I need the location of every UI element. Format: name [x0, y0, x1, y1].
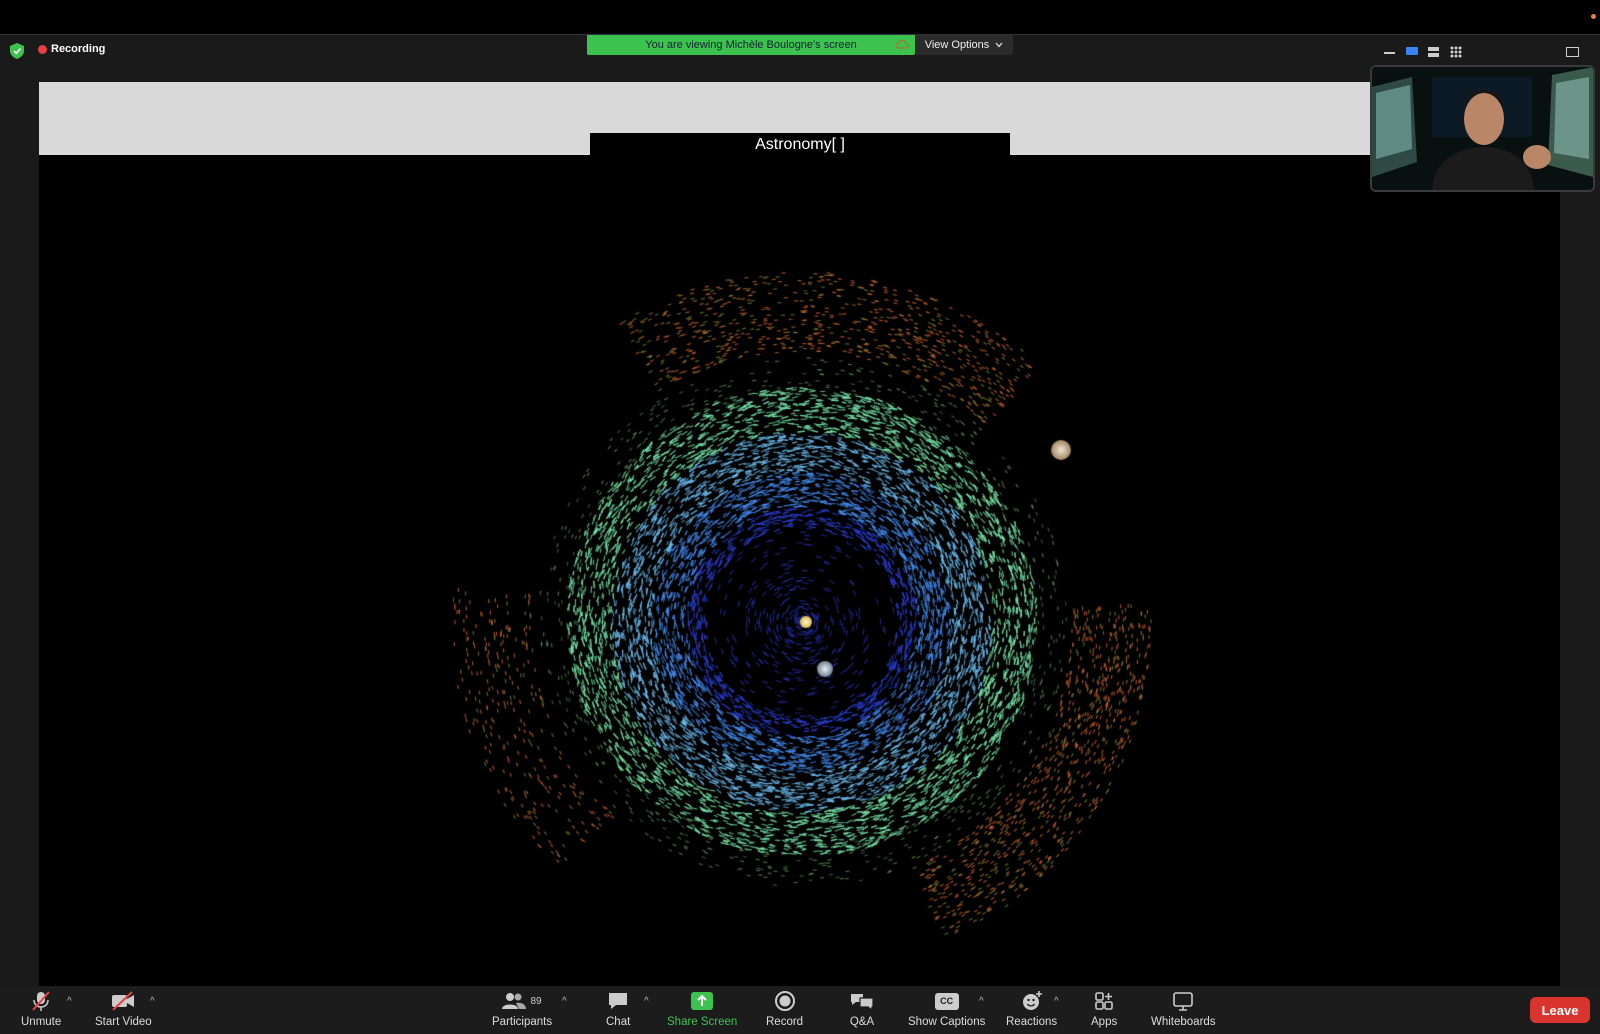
- status-dot: [1591, 14, 1596, 19]
- unmute-label: Unmute: [21, 1016, 62, 1028]
- participants-label: Participants: [492, 1016, 553, 1028]
- stack-view-icon[interactable]: [1428, 47, 1439, 57]
- chat-button[interactable]: Chat: [606, 990, 630, 1028]
- chat-options-caret[interactable]: ^: [644, 996, 649, 1007]
- video-options-caret[interactable]: ^: [150, 996, 155, 1007]
- chat-label: Chat: [606, 1016, 631, 1028]
- reactions-icon: [1022, 991, 1042, 1010]
- whiteboards-button[interactable]: Whiteboards: [1151, 990, 1216, 1028]
- participant-video[interactable]: [1370, 65, 1595, 192]
- chat-icon: [609, 993, 628, 1009]
- qa-label: Q&A: [849, 1016, 875, 1028]
- viewing-banner-text: You are viewing Michèle Boulogne's scree…: [645, 39, 857, 51]
- asteroid-simulation: [39, 82, 1560, 988]
- apps-label: Apps: [1091, 1016, 1118, 1028]
- start-video-button[interactable]: Start Video: [95, 990, 152, 1028]
- video-off-icon: [112, 991, 135, 1011]
- shared-page-title: Astronomy[ ]: [590, 133, 1010, 157]
- participant-video-feed: [1372, 67, 1593, 190]
- record-label: Record: [766, 1016, 804, 1028]
- minimize-icon[interactable]: [1384, 52, 1395, 54]
- unmute-button[interactable]: Unmute: [21, 990, 61, 1028]
- start-video-label: Start Video: [95, 1016, 152, 1028]
- leave-button[interactable]: Leave: [1530, 997, 1590, 1023]
- chevron-down-icon: [995, 42, 1003, 48]
- meeting-window: Recording You are viewing Michèle Boulog…: [0, 34, 1600, 988]
- apps-icon: [1095, 992, 1113, 1010]
- viewing-banner: You are viewing Michèle Boulogne's scree…: [587, 35, 915, 55]
- speaker-view-icon[interactable]: [1406, 47, 1418, 55]
- shared-screen[interactable]: Astronomy[ ]: [39, 82, 1560, 988]
- cloud-icon: [895, 39, 909, 49]
- system-top-bar: [0, 0, 1600, 34]
- participants-count: 89: [530, 995, 542, 1007]
- captions-icon: CC: [934, 992, 959, 1010]
- participants-icon: [502, 993, 527, 1009]
- share-screen-icon: [691, 992, 714, 1010]
- participants-options-caret[interactable]: ^: [562, 996, 567, 1007]
- grid-view-icon[interactable]: [1450, 46, 1462, 58]
- whiteboards-label: Whiteboards: [1151, 1016, 1216, 1028]
- pop-out-icon[interactable]: [1566, 47, 1579, 57]
- qa-button[interactable]: Q&A: [849, 990, 875, 1028]
- show-captions-button[interactable]: CC Show Captions: [908, 990, 985, 1028]
- captions-options-caret[interactable]: ^: [979, 996, 984, 1007]
- participants-button[interactable]: 89 Participants: [492, 990, 552, 1028]
- recording-indicator[interactable]: Recording: [38, 43, 105, 55]
- qa-icon: [851, 994, 874, 1012]
- meeting-toolbar: Unmute ^ Start Video ^ 89 Participants ^…: [0, 986, 1600, 1034]
- view-options-label: View Options: [924, 39, 990, 51]
- reactions-options-caret[interactable]: ^: [1054, 996, 1059, 1007]
- recording-dot-icon: [38, 44, 47, 54]
- share-screen-button[interactable]: Share Screen: [667, 990, 737, 1028]
- record-button[interactable]: Record: [766, 990, 803, 1028]
- apps-button[interactable]: Apps: [1091, 990, 1117, 1028]
- recording-label: Recording: [51, 43, 106, 55]
- audio-options-caret[interactable]: ^: [67, 996, 72, 1007]
- show-captions-label: Show Captions: [908, 1016, 986, 1028]
- view-options-button[interactable]: View Options: [915, 35, 1013, 55]
- share-screen-label: Share Screen: [667, 1016, 738, 1028]
- whiteboard-icon: [1173, 992, 1194, 1011]
- shield-icon: [10, 43, 24, 59]
- muted-mic-icon: [32, 991, 50, 1011]
- reactions-button[interactable]: Reactions: [1006, 990, 1057, 1028]
- reactions-label: Reactions: [1006, 1016, 1058, 1028]
- record-icon: [774, 991, 795, 1011]
- layout-controls[interactable]: [1384, 43, 1584, 61]
